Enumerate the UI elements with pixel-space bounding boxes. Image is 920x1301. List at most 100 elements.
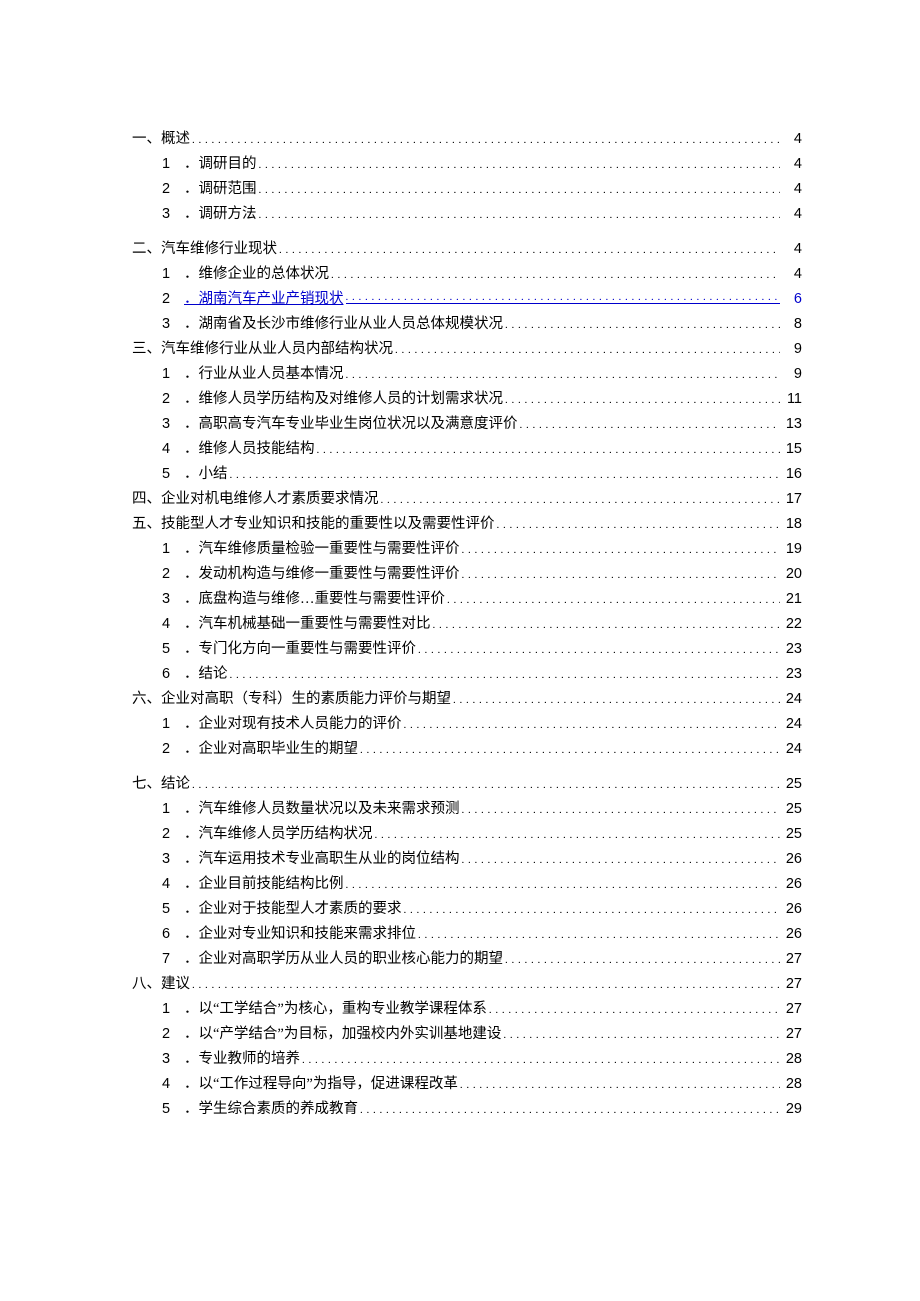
toc-title: 六、企业对高职（专科）生的素质能力评价与期望 (132, 692, 451, 707)
toc-title: ．专业教师的培养 (184, 1052, 300, 1067)
toc-page-number: 25 (782, 827, 802, 842)
toc-leader-dots (505, 392, 780, 407)
toc-entry: 2．以“产学结合”为目标，加强校内外实训基地建设27 (162, 1027, 802, 1042)
toc-leader-dots (489, 1002, 780, 1017)
toc-entry: 2．汽车维修人员学历结构状况25 (162, 827, 802, 842)
toc-entry: 二、汽车维修行业现状 4 (132, 242, 802, 257)
toc-leader-dots (346, 289, 781, 304)
toc-leader-dots (192, 977, 780, 992)
toc-number: 1 (162, 1002, 184, 1017)
toc-number: 4 (162, 617, 184, 632)
toc-title: ．维修人员技能结构 (184, 442, 315, 457)
toc-leader-dots (346, 877, 780, 892)
toc-entry: 1．调研目的4 (162, 157, 802, 172)
toc-leader-dots (453, 692, 780, 707)
toc-title: ．企业目前技能结构比例 (184, 877, 344, 892)
toc-entry: 4．汽车机械基础一重要性与需要性对比22 (162, 617, 802, 632)
toc-number: 4 (162, 1077, 184, 1092)
toc-leader-dots (460, 1077, 780, 1092)
toc-number: 3 (162, 417, 184, 432)
toc-leader-dots (230, 467, 780, 482)
toc-page-number: 4 (782, 132, 802, 147)
toc-title: ．湖南汽车产业产销现状 (184, 292, 344, 307)
toc-leader-dots (302, 1052, 780, 1067)
toc-page-number: 27 (782, 1027, 802, 1042)
toc-entry: 3．高职高专汽车专业毕业生岗位状况以及满意度评价 13 (162, 417, 802, 432)
toc-entry: 2．发动机构造与维修一重要性与需要性评价20 (162, 567, 802, 582)
toc-page-number: 20 (782, 567, 802, 582)
toc-entry: 4．维修人员技能结构 15 (162, 442, 802, 457)
toc-page-number: 9 (782, 367, 802, 382)
toc-entry: 7．企业对高职学历从业人员的职业核心能力的期望 27 (162, 952, 802, 967)
toc-page-number: 29 (782, 1102, 802, 1117)
toc-number: 3 (162, 1052, 184, 1067)
toc-number: 1 (162, 367, 184, 382)
toc-title: ．调研方法 (184, 207, 257, 222)
toc-number: 7 (162, 952, 184, 967)
toc-page-number: 27 (782, 952, 802, 967)
toc-number: 1 (162, 157, 184, 172)
toc-number: 4 (162, 442, 184, 457)
toc-page-number: 17 (782, 492, 802, 507)
toc-page-number: 4 (782, 182, 802, 197)
toc-page-number: 19 (782, 542, 802, 557)
toc-title: ．学生综合素质的养成教育 (184, 1102, 358, 1117)
toc-title: ．专门化方向一重要性与需要性评价 (184, 642, 416, 657)
toc-number: 5 (162, 642, 184, 657)
toc-title: ．发动机构造与维修一重要性与需要性评价 (184, 567, 460, 582)
toc-page-number: 15 (782, 442, 802, 457)
toc-title: ．企业对高职学历从业人员的职业核心能力的期望 (184, 952, 503, 967)
toc-page-number: 25 (782, 802, 802, 817)
toc-entry[interactable]: 2．湖南汽车产业产销现状6 (162, 292, 802, 307)
toc-page-number: 24 (782, 717, 802, 732)
toc-leader-dots (404, 717, 780, 732)
toc-leader-dots (360, 742, 780, 757)
toc-entry: 五、技能型人才专业知识和技能的重要性以及需要性评价18 (132, 517, 802, 532)
toc-page-number: 11 (782, 392, 802, 407)
toc-leader-dots (503, 1027, 779, 1042)
toc-page-number: 23 (782, 667, 802, 682)
toc-title: ．汽车运用技术专业高职生从业的岗位结构 (184, 852, 460, 867)
toc-title: ．以“产学结合”为目标，加强校内外实训基地建设 (184, 1027, 501, 1042)
toc-title: ．以“工学结合”为核心，重构专业教学课程体系 (184, 1002, 487, 1017)
toc-title: ．汽车维修人员数量状况以及未来需求预测 (184, 802, 460, 817)
toc-number: 4 (162, 877, 184, 892)
toc-entry: 八、建议27 (132, 977, 802, 992)
toc-page-number: 28 (782, 1077, 802, 1092)
toc-page-number: 23 (782, 642, 802, 657)
toc-number: 5 (162, 467, 184, 482)
toc-page-number: 27 (782, 977, 802, 992)
toc-page-number: 4 (782, 242, 802, 257)
toc-title: ．高职高专汽车专业毕业生岗位状况以及满意度评价 (184, 417, 518, 432)
toc-number: 1 (162, 542, 184, 557)
toc-title: 二、汽车维修行业现状 (132, 242, 277, 257)
toc-page-number: 27 (782, 1002, 802, 1017)
toc-entry: 三、汽车维修行业从业人员内部结构状况9 (132, 342, 802, 357)
toc-page-number: 26 (782, 852, 802, 867)
toc-number: 1 (162, 267, 184, 282)
toc-entry: 4．以“工作过程导向”为指导，促进课程改革 28 (162, 1077, 802, 1092)
toc-number: 5 (162, 1102, 184, 1117)
toc-title: ．企业对高职毕业生的期望 (184, 742, 358, 757)
toc-entry: 1．汽车维修人员数量状况以及未来需求预测25 (162, 802, 802, 817)
toc-number: 2 (162, 742, 184, 757)
toc-page-number: 22 (782, 617, 802, 632)
toc-leader-dots (447, 592, 780, 607)
toc-leader-dots (230, 667, 780, 682)
toc-leader-dots (433, 617, 780, 632)
toc-entry: 1．维修企业的总体状况4 (162, 267, 802, 282)
toc-entry: 5．小结16 (162, 467, 802, 482)
toc-page-number: 4 (782, 207, 802, 222)
toc-title: ．以“工作过程导向”为指导，促进课程改革 (184, 1077, 458, 1092)
toc-entry: 6．企业对专业知识和技能来需求排位26 (162, 927, 802, 942)
toc-page-number: 8 (782, 317, 802, 332)
toc-page-number: 13 (782, 417, 802, 432)
toc-leader-dots (192, 777, 780, 792)
toc-leader-dots (462, 852, 780, 867)
toc-page-number: 16 (782, 467, 802, 482)
toc-number: 3 (162, 852, 184, 867)
toc-number: 5 (162, 902, 184, 917)
toc-entry: 3．汽车运用技术专业高职生从业的岗位结构 26 (162, 852, 802, 867)
toc-number: 6 (162, 667, 184, 682)
toc-title: ．湖南省及长沙市维修行业从业人员总体规模状况 (184, 317, 503, 332)
